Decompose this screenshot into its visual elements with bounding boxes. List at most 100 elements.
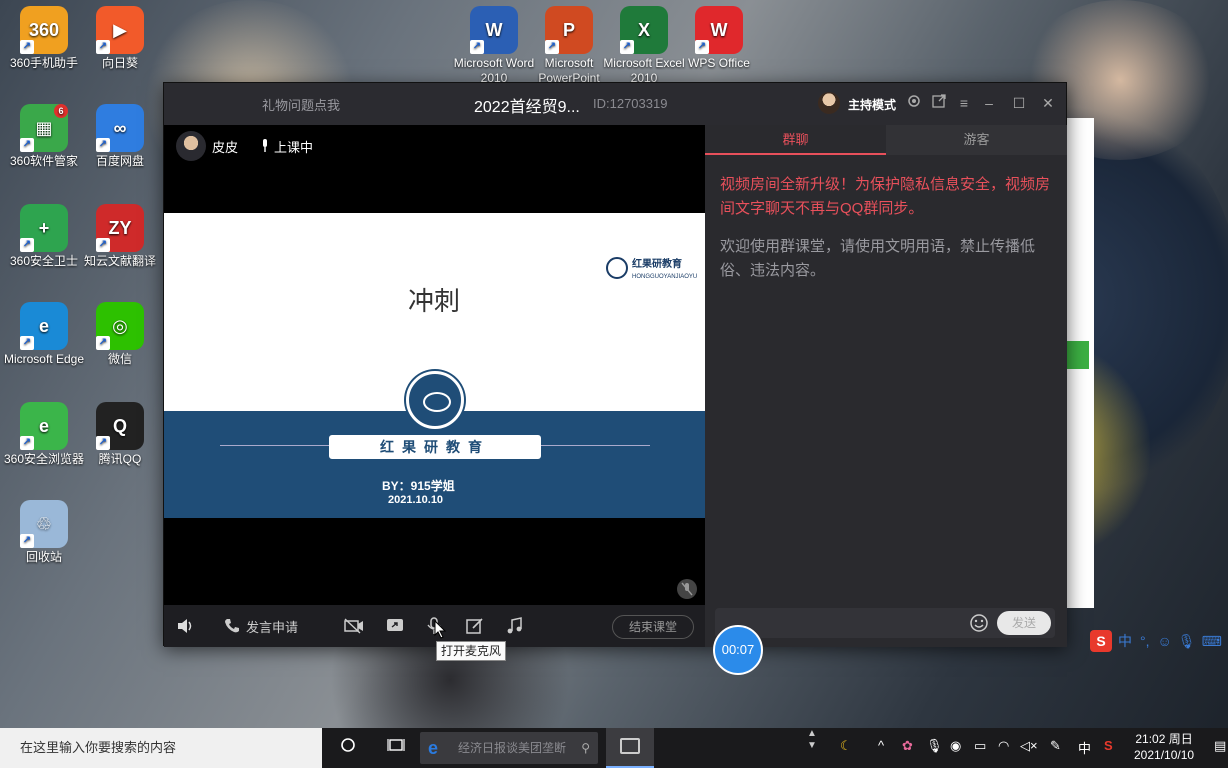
room-id: ID:12703319 [593, 96, 668, 111]
shortcut-arrow-icon: ↗ [20, 138, 34, 152]
desktop-icon[interactable]: e ↗ 360安全浏览器 [2, 402, 86, 467]
app-icon: W ↗ [470, 6, 518, 54]
task-view-icon[interactable] [384, 736, 408, 760]
sogou-ime-icon[interactable]: S [1090, 630, 1112, 652]
ime-keyboard-icon[interactable]: ⌨ [1202, 633, 1222, 650]
classroom-window[interactable]: 礼物问题点我 2022首经贸9... ID:12703319 主持模式 ≡ – … [163, 82, 1067, 647]
popout-icon[interactable] [929, 93, 949, 113]
desktop-icon[interactable]: ∞ ↗ 百度网盘 [78, 104, 162, 169]
tray-wifi-icon[interactable]: ◠ [998, 738, 1009, 754]
desktop-icon[interactable]: W ↗ Microsoft Word 2010 [452, 6, 536, 86]
taskbar-search[interactable]: 在这里输入你要搜索的内容 [0, 728, 322, 768]
desktop-icon-label: 回收站 [25, 550, 62, 564]
app-icon: ZY ↗ [96, 204, 144, 252]
ime-lang[interactable]: 中 [1118, 631, 1132, 651]
send-button[interactable]: 发送 [997, 611, 1051, 635]
end-class-button[interactable]: 结束课堂 [612, 615, 694, 639]
settings-icon[interactable] [904, 93, 924, 113]
app-icon: P ↗ [545, 6, 593, 54]
apply-speak-button[interactable]: 发言申请 [224, 615, 298, 637]
tray-expand-icon[interactable]: ^ [878, 738, 884, 753]
desktop-icon-label: 向日葵 [101, 56, 138, 70]
desktop-icon[interactable]: 360 ↗ 360手机助手 [2, 6, 86, 71]
close-icon[interactable]: ✕ [1038, 93, 1058, 113]
desktop-icon[interactable]: ♲ ↗ 回收站 [2, 500, 86, 565]
taskbar-scroll-icon[interactable]: ▲ ▼ [800, 728, 824, 752]
desktop-icon-label: 腾讯QQ [98, 452, 142, 466]
app-icon: W ↗ [695, 6, 743, 54]
desktop-icon-label: 360安全浏览器 [3, 452, 85, 466]
desktop-icon[interactable]: ▶ ↗ 向日葵 [78, 6, 162, 71]
ie-icon: e [428, 738, 439, 758]
slide-date: 2021.10.10 [388, 494, 444, 506]
tab-group-chat[interactable]: 群聊 [705, 125, 886, 155]
ime-voice-icon[interactable]: 🎙 [1178, 633, 1196, 650]
background-window-green-block [1067, 341, 1089, 369]
desktop-icon[interactable]: e ↗ Microsoft Edge [2, 302, 86, 367]
search-icon[interactable]: ⚲ [581, 732, 590, 764]
clock-time: 21:02 周日 [1135, 732, 1193, 746]
tray-app-icon[interactable]: ✿ [902, 738, 913, 754]
org-name: 红果研教育 [329, 435, 541, 459]
browser-search-box[interactable]: e 经济日报谈美团垄断 ⚲ [420, 732, 598, 764]
desktop-icon[interactable]: Q ↗ 腾讯QQ [78, 402, 162, 467]
ime-emoji-icon[interactable]: ☺ [1158, 633, 1172, 649]
camera-off-icon[interactable] [344, 615, 364, 637]
desktop-icon-label: 知云文献翻译 [83, 254, 156, 268]
title-bar[interactable]: 礼物问题点我 2022首经贸9... ID:12703319 主持模式 ≡ – … [164, 83, 1066, 125]
minimize-icon[interactable]: – [979, 93, 999, 113]
desktop-icon[interactable]: P ↗ Microsoft PowerPoint [527, 6, 611, 86]
cortana-icon[interactable] [336, 736, 360, 760]
video-area[interactable]: 皮皮 上课中 红果研教育 HONGGUOYANJIAOYU 冲刺 红果研教育 B… [164, 125, 705, 605]
desktop-icon-label: 360安全卫士 [9, 254, 79, 268]
tray-qq-icon[interactable]: ◉ [950, 738, 961, 754]
mic-tooltip: 打开麦克风 [436, 641, 506, 661]
tray-sogou-icon[interactable]: S [1104, 738, 1113, 753]
shortcut-arrow-icon: ↗ [96, 138, 110, 152]
background-window-edge[interactable] [1067, 118, 1094, 608]
tab-guests[interactable]: 游客 [886, 125, 1067, 155]
shortcut-arrow-icon: ↗ [470, 40, 484, 54]
maximize-icon[interactable]: ☐ [1009, 93, 1029, 113]
shortcut-arrow-icon: ↗ [96, 336, 110, 350]
app-icon: ▦ ↗ 6 [20, 104, 68, 152]
gift-question-link[interactable]: 礼物问题点我 [262, 95, 340, 114]
muted-mic-icon[interactable] [677, 579, 697, 599]
tray-mic-icon[interactable]: 🎙 [926, 738, 943, 754]
slide-brand-name: 红果研教育 [632, 259, 682, 270]
moon-icon[interactable]: ☾ [840, 738, 852, 754]
tray-lang[interactable]: 中 [1078, 738, 1091, 757]
chat-input[interactable]: 发送 [715, 608, 1055, 638]
desktop-icon[interactable]: X ↗ Microsoft Excel 2010 [602, 6, 686, 86]
notification-icon[interactable]: ▤ [1214, 738, 1226, 754]
window-title: 2022首经贸9... [474, 99, 580, 116]
tray-pen-icon[interactable]: ✎ [1050, 738, 1061, 754]
screen-share-icon[interactable] [386, 615, 404, 637]
desktop-icon[interactable]: + ↗ 360安全卫士 [2, 204, 86, 269]
slide-line-left [220, 445, 330, 446]
presenter-avatar [176, 131, 206, 161]
music-icon[interactable] [506, 615, 522, 637]
emoji-icon[interactable] [969, 613, 989, 633]
shared-slide: 红果研教育 HONGGUOYANJIAOYU 冲刺 红果研教育 BY：915学姐… [164, 213, 705, 518]
whiteboard-icon[interactable] [466, 615, 484, 637]
notification-badge: 6 [54, 104, 68, 118]
volume-icon[interactable] [176, 615, 194, 637]
desktop-icon[interactable]: W ↗ WPS Office [677, 6, 761, 71]
slide-author: BY：915学姐 [382, 479, 455, 493]
desktop-icon[interactable]: ◎ ↗ 微信 [78, 302, 162, 367]
class-timer[interactable]: 00:07 [713, 625, 763, 675]
ime-toolbar[interactable]: S 中 °, ☺ 🎙 ⌨ [1090, 628, 1228, 654]
app-icon: + ↗ [20, 204, 68, 252]
app-icon: X ↗ [620, 6, 668, 54]
menu-icon[interactable]: ≡ [954, 93, 974, 113]
tray-volume-icon[interactable]: ◁× [1020, 738, 1038, 754]
tray-battery-icon[interactable]: ▭ [974, 738, 986, 754]
host-avatar[interactable] [818, 92, 840, 114]
desktop-icon[interactable]: ZY ↗ 知云文献翻译 [78, 204, 162, 269]
desktop-icon[interactable]: ▦ ↗ 6 360软件管家 [2, 104, 86, 169]
host-mode-label[interactable]: 主持模式 [848, 96, 896, 113]
clock[interactable]: 21:02 周日 2021/10/10 [1134, 731, 1194, 763]
ime-punct-icon[interactable]: °, [1140, 633, 1150, 649]
taskbar-classroom-app[interactable] [606, 728, 654, 768]
